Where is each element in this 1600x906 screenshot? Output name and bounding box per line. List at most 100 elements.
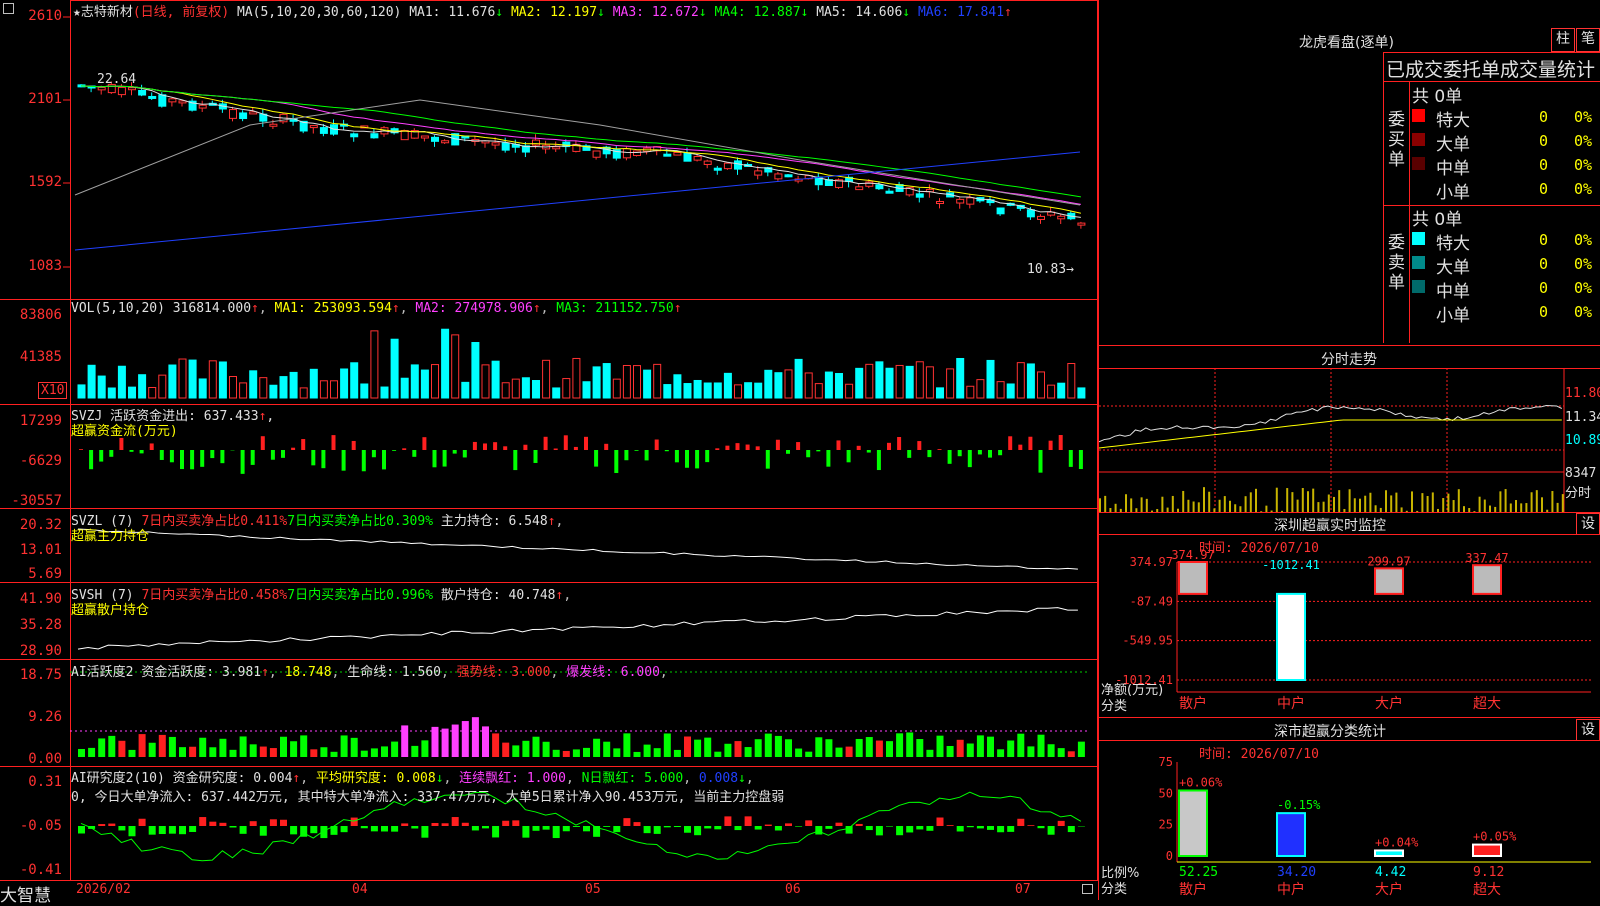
- lock-icon[interactable]: [1082, 884, 1093, 894]
- activity-bar: [310, 749, 317, 757]
- intraday-chart: [1099, 368, 1600, 512]
- candle: [623, 149, 630, 158]
- price-tick: 2610: [0, 8, 62, 24]
- intraday-vol-bar: [1312, 489, 1314, 512]
- intraday-vol-bar: [1359, 499, 1361, 512]
- candle: [937, 202, 944, 204]
- flow-bar: [332, 435, 336, 450]
- activity-bar: [815, 737, 822, 757]
- research-bar: [108, 824, 115, 826]
- tick-view-button[interactable]: 笔: [1576, 28, 1600, 52]
- bar-view-button[interactable]: 柱: [1551, 28, 1575, 52]
- research-bar: [553, 826, 560, 838]
- activity-bar: [260, 747, 267, 757]
- order-count: 0: [1539, 156, 1548, 174]
- order-percent: 0%: [1574, 108, 1592, 126]
- classify-tick: 25: [1159, 818, 1173, 832]
- intraday-vol-bar: [1499, 491, 1501, 512]
- intraday-vol-bar: [1369, 493, 1371, 512]
- intraday-vol-bar: [1333, 497, 1335, 512]
- flow-bar: [847, 450, 851, 462]
- volume-bar: [230, 376, 237, 398]
- period-label[interactable]: (日线, 前复权): [133, 5, 229, 20]
- research-bar: [644, 826, 651, 833]
- flow-bar: [948, 450, 952, 464]
- candle: [1038, 216, 1045, 219]
- monitor-tick: -549.95: [1122, 634, 1173, 648]
- order-color-swatch: [1412, 133, 1425, 146]
- flow-bar: [342, 450, 346, 471]
- candle: [320, 128, 327, 134]
- research-bar: [341, 826, 348, 832]
- candle: [351, 134, 358, 137]
- intraday-vol-bar: [1234, 504, 1236, 512]
- intraday-panel[interactable]: 分时走势 11.80 11.34 10.89 8347 分时: [1099, 345, 1600, 513]
- research-bar: [250, 821, 257, 826]
- flow-bar: [412, 450, 416, 457]
- research-bar: [533, 826, 540, 831]
- svsh-line-layer: [78, 608, 1078, 650]
- research-bar: [391, 826, 398, 832]
- activity-bar: [987, 737, 994, 757]
- svsh-line: [78, 608, 1078, 650]
- activity-bar: [320, 747, 327, 757]
- kline-header: ★志特新材(日线, 前复权) MA(5,10,20,30,60,120) MA1…: [73, 1, 1012, 20]
- svzj-bars-layer: [79, 435, 1083, 474]
- flow-bar: [362, 450, 366, 471]
- activity-bar: [522, 741, 529, 757]
- activity-bar: [926, 750, 933, 757]
- ma-line: [81, 86, 1081, 217]
- activity-bar: [846, 747, 853, 757]
- ai2-tick: -0.41: [0, 862, 62, 878]
- x-tick: 05: [585, 882, 601, 897]
- low-mark: 10.83→: [1027, 262, 1074, 277]
- activity-bar: [724, 744, 731, 757]
- classify-bar: [1277, 813, 1305, 856]
- activity-bar: [159, 735, 166, 757]
- intraday-vol-bar: [1525, 503, 1527, 512]
- vol-unit-badge[interactable]: X10: [38, 382, 67, 399]
- flow-bar: [897, 437, 901, 450]
- classify-bar: [1179, 791, 1207, 856]
- candle: [492, 143, 499, 145]
- candle: [876, 185, 883, 189]
- research-bar: [694, 826, 701, 835]
- monitor-bar-label: 374.97: [1171, 548, 1214, 562]
- star-icon[interactable]: ★: [73, 5, 81, 20]
- research-bar: [825, 826, 832, 829]
- flow-bar: [1069, 450, 1073, 467]
- flow-bar: [968, 450, 972, 467]
- intraday-vol-bar: [1224, 496, 1226, 512]
- flow-bar: [99, 450, 103, 462]
- volume-bar: [916, 362, 923, 398]
- intraday-vol-bar: [1442, 498, 1444, 512]
- svsh-tick: 41.90: [0, 591, 62, 607]
- research-bar: [492, 826, 499, 837]
- research-bar: [805, 820, 812, 826]
- research-bar: [815, 826, 822, 835]
- volume-bar: [714, 383, 721, 398]
- volume-bar: [755, 383, 762, 398]
- intraday-vol-bar: [1302, 488, 1304, 512]
- volume-bar: [654, 364, 661, 398]
- flow-bar: [574, 447, 578, 450]
- research-bar: [714, 826, 721, 829]
- volume-bar: [1007, 384, 1014, 398]
- main-chart-area[interactable]: 2610 2101 1592 1083 ★志特新材(日线, 前复权) MA(5,…: [0, 0, 1098, 900]
- volume-bar: [825, 372, 832, 398]
- vol-ma1: MA1: 253093.594: [275, 301, 392, 316]
- volume-bar: [563, 379, 570, 398]
- candle: [502, 143, 509, 150]
- flow-bar: [140, 450, 144, 453]
- volume-bar: [906, 366, 913, 398]
- volume-bar: [98, 376, 105, 398]
- flow-bar: [513, 450, 517, 470]
- activity-bar: [916, 739, 923, 757]
- classify-category: 大户: [1375, 881, 1403, 898]
- volume-bar: [149, 387, 156, 398]
- research-bar: [199, 817, 206, 826]
- order-count: 0: [1539, 255, 1548, 273]
- activity-bar: [563, 751, 570, 757]
- candle: [139, 90, 146, 95]
- brand-logo: 大智慧: [0, 881, 51, 906]
